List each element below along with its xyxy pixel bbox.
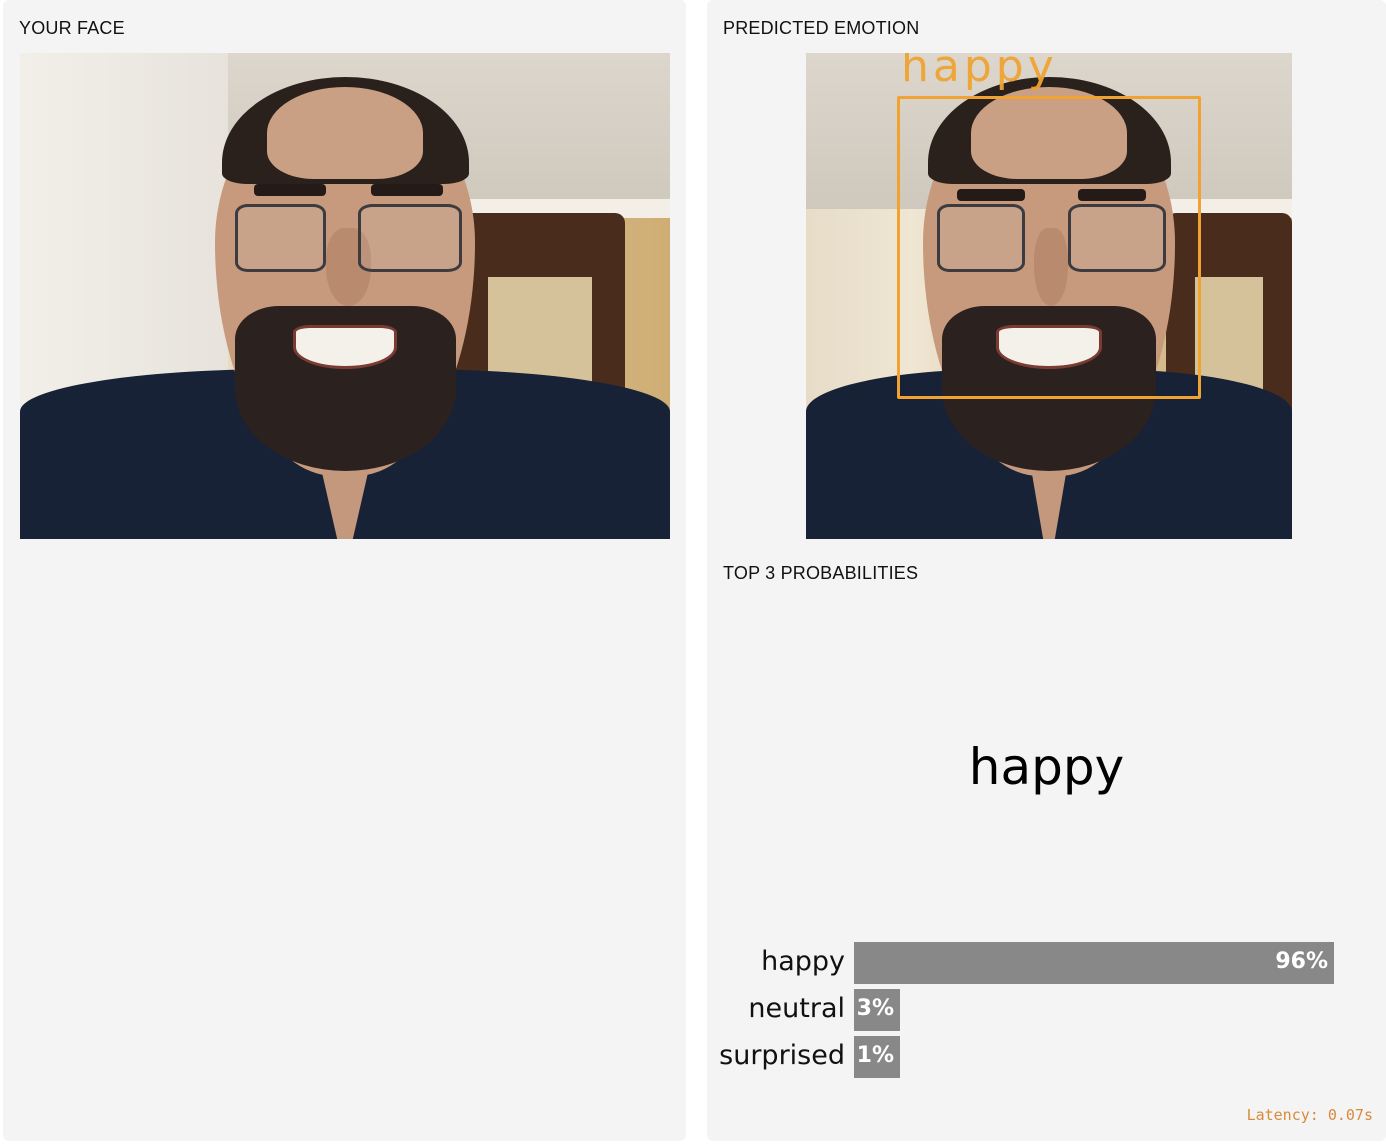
face-detection-box [897, 96, 1201, 399]
probability-bar: 1% [854, 1036, 900, 1078]
latency-readout: Latency: 0.07s [1246, 1106, 1373, 1124]
probability-row-surprised: surprised 1% [707, 1036, 1386, 1078]
detection-label: happy [901, 53, 1058, 92]
probability-bar: 3% [854, 989, 900, 1031]
predicted-emotion-label: PREDICTED EMOTION [723, 18, 920, 38]
probability-value: 3% [856, 996, 894, 1021]
probability-bar: 96% [854, 942, 1334, 984]
probability-row-neutral: neutral 3% [707, 989, 1386, 1031]
your-face-panel: YOUR FACE [3, 0, 686, 1141]
predicted-emotion-text: happy [968, 738, 1125, 796]
your-face-label: YOUR FACE [19, 18, 125, 38]
emotion-name: happy [761, 946, 845, 977]
emotion-name: surprised [719, 1040, 845, 1071]
predicted-emotion-panel: PREDICTED EMOTION happy TOP 3 PROBABILIT… [707, 0, 1386, 1141]
top-probabilities-label: TOP 3 PROBABILITIES [723, 563, 919, 583]
probability-value: 1% [856, 1043, 894, 1068]
emotion-name: neutral [748, 993, 845, 1024]
probability-value: 96% [1275, 949, 1328, 974]
annotated-face-image: happy [806, 53, 1292, 539]
webcam-feed [20, 53, 670, 539]
probability-row-happy: happy 96% [707, 942, 1386, 984]
